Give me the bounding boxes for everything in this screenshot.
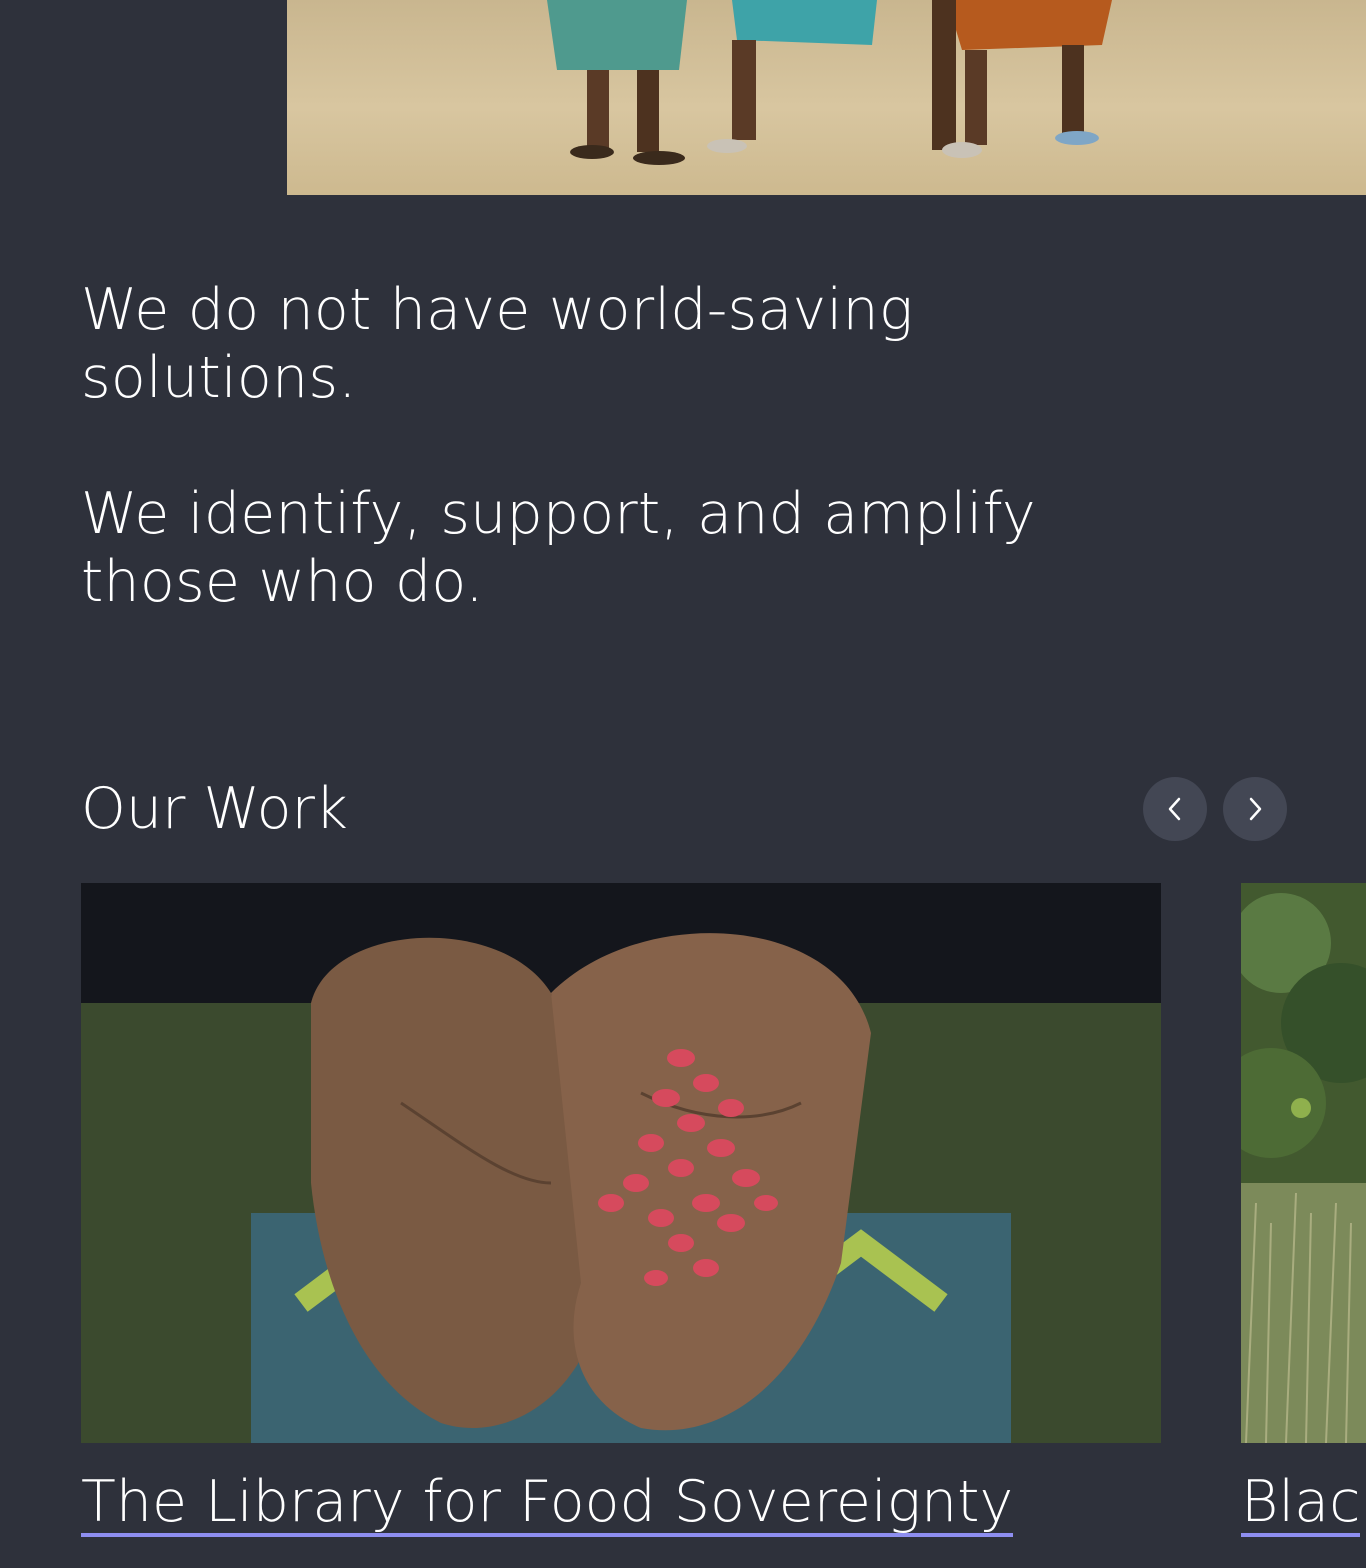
mission-statement: We do not have world-saving solutions. W… (81, 276, 1081, 616)
garden-illustration (1241, 883, 1366, 1443)
card-title-link[interactable]: Blac (1241, 1471, 1361, 1537)
card-image-seeds-in-hands[interactable] (81, 883, 1161, 1443)
carousel-next-button[interactable] (1223, 777, 1287, 841)
work-card[interactable]: The Library for Food Sovereignty (81, 883, 1161, 1537)
card-title-link[interactable]: The Library for Food Sovereignty (81, 1471, 1014, 1537)
hero-photo-illustration (547, 0, 1112, 165)
work-card[interactable]: Blac (1241, 883, 1366, 1537)
carousel-prev-button[interactable] (1143, 777, 1207, 841)
hero-image (287, 0, 1366, 195)
chevron-right-icon (1249, 797, 1262, 821)
chevron-left-icon (1168, 797, 1181, 821)
card-image-garden[interactable] (1241, 883, 1366, 1443)
mission-line-1: We do not have world-saving solutions. (81, 277, 914, 411)
mission-line-2: We identify, support, and amplify those … (81, 481, 1036, 615)
section-title-our-work: Our Work (81, 776, 348, 842)
hands-holding-seeds-illustration (81, 883, 1161, 1443)
